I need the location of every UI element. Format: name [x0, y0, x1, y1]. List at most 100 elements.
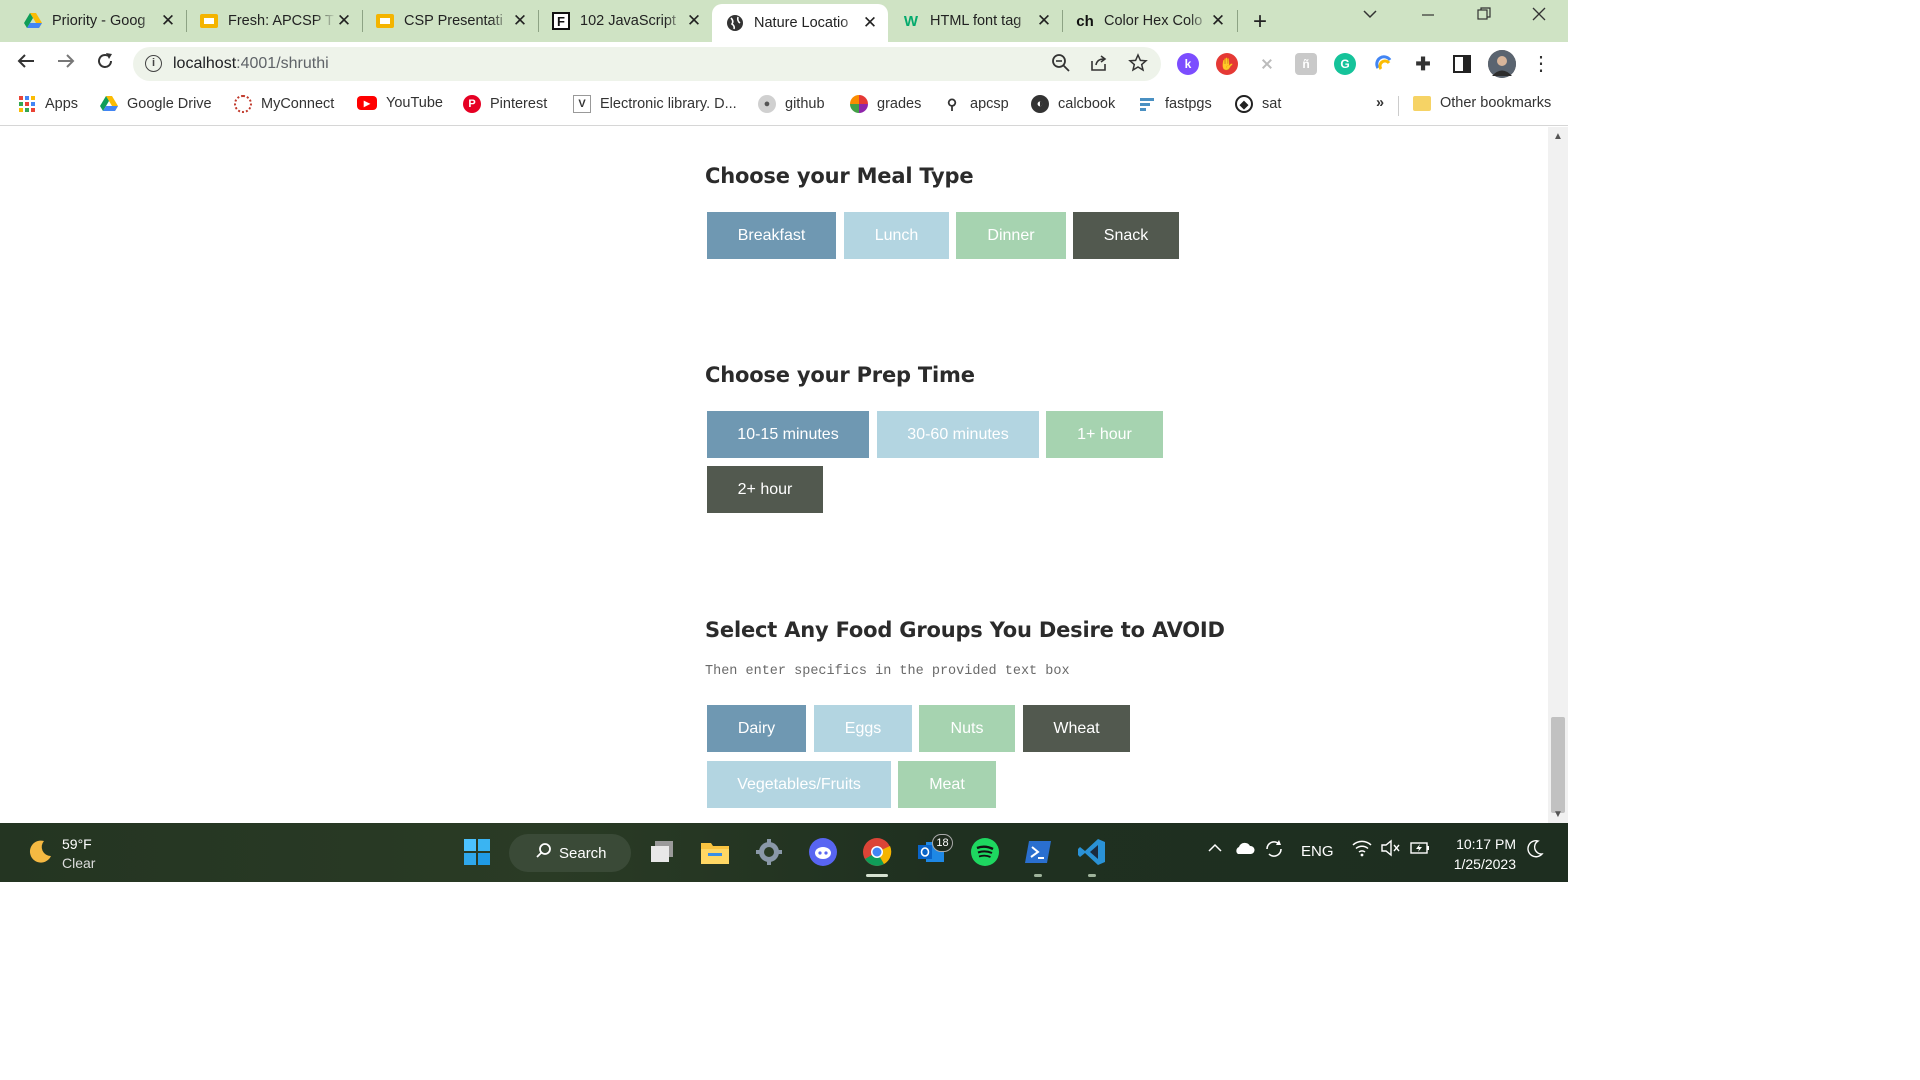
bookmark-label: apcsp [970, 96, 1009, 112]
system-clock[interactable]: 10:17 PM 1/25/2023 [1444, 834, 1516, 874]
bookmark-label: github [785, 96, 825, 112]
close-icon[interactable]: ✕ [160, 11, 176, 31]
kami-extension-icon[interactable]: k [1177, 53, 1199, 75]
grey-extension-icon[interactable]: ñ [1295, 53, 1317, 75]
other-bookmarks-folder[interactable]: Other bookmarks [1413, 95, 1551, 111]
reload-icon[interactable] [93, 51, 117, 77]
rainbow-extension-icon[interactable] [1373, 53, 1395, 75]
bookmark-fastpgs[interactable]: fastpgs [1138, 95, 1212, 113]
avoid-nuts-button[interactable]: Nuts [919, 705, 1015, 752]
globe-icon: ◐ [1031, 95, 1049, 113]
chrome-menu-icon[interactable]: ⋮ [1529, 51, 1553, 76]
taskbar-search[interactable]: Search [509, 834, 631, 872]
tab-nature-location[interactable]: Nature Locatio ✕ [712, 4, 888, 42]
chrome-icon[interactable] [860, 835, 894, 869]
restore-icon[interactable] [1476, 6, 1492, 27]
bookmark-star-icon[interactable] [1128, 53, 1148, 78]
avoid-wheat-button[interactable]: Wheat [1023, 705, 1130, 752]
zoom-icon[interactable] [1051, 53, 1071, 78]
url-text[interactable]: localhost:4001/shruthi [173, 55, 329, 73]
meal-dinner-button[interactable]: Dinner [956, 212, 1066, 259]
tab-html-font-tag[interactable]: W HTML font tag ✕ [888, 0, 1062, 42]
wifi-icon[interactable] [1352, 839, 1372, 861]
back-arrow-icon[interactable] [14, 51, 38, 77]
scroll-down-arrow-icon[interactable]: ▼ [1553, 809, 1563, 820]
prep-10-15-button[interactable]: 10-15 minutes [707, 411, 869, 458]
volume-muted-icon[interactable] [1380, 839, 1400, 861]
extensions-puzzle-icon[interactable]: ✚ [1412, 53, 1434, 75]
file-explorer-icon[interactable] [698, 835, 732, 869]
prep-1-hour-button[interactable]: 1+ hour [1046, 411, 1163, 458]
scrollbar-thumb[interactable] [1551, 717, 1565, 813]
bookmarks-bar: Apps Google Drive MyConnect ▶ YouTube P … [0, 86, 1568, 126]
bookmark-label: YouTube [386, 95, 443, 111]
bookmark-github[interactable]: ● github [758, 95, 825, 113]
f-icon: F [552, 12, 570, 30]
address-bar[interactable]: i localhost:4001/shruthi [133, 47, 1161, 81]
site-info-icon[interactable]: i [145, 55, 162, 72]
bookmark-electronic-library[interactable]: V Electronic library. D... [573, 95, 737, 113]
powershell-icon[interactable] [1021, 835, 1055, 869]
tab-color-hex[interactable]: ch Color Hex Colo ✕ [1062, 0, 1236, 42]
muted-extension-icon[interactable]: ⨯ [1256, 53, 1278, 75]
slides-icon [200, 12, 218, 30]
language-indicator[interactable]: ENG [1301, 843, 1334, 860]
scroll-up-arrow-icon[interactable]: ▲ [1553, 131, 1563, 142]
bookmark-calcbook[interactable]: ◐ calcbook [1031, 95, 1115, 113]
tab-csp-presentation[interactable]: CSP Presentati ✕ [362, 0, 538, 42]
bookmark-myconnect[interactable]: MyConnect [234, 95, 334, 113]
discord-icon[interactable] [806, 835, 840, 869]
profile-avatar[interactable] [1488, 50, 1516, 78]
close-icon[interactable]: ✕ [1036, 11, 1052, 31]
side-panel-icon[interactable] [1451, 53, 1473, 75]
forward-arrow-icon[interactable] [54, 51, 78, 77]
window-close-icon[interactable] [1531, 6, 1547, 27]
bookmark-grades[interactable]: grades [850, 95, 921, 113]
tab-search-chevron-icon[interactable] [1362, 6, 1378, 27]
meal-breakfast-button[interactable]: Breakfast [707, 212, 836, 259]
bookmarks-overflow-button[interactable]: » [1376, 95, 1384, 111]
moon-weather-icon[interactable] [24, 837, 54, 867]
avoid-meat-button[interactable]: Meat [898, 761, 996, 808]
bookmark-apps[interactable]: Apps [18, 95, 78, 113]
show-hidden-icons-chevron-icon[interactable] [1206, 839, 1224, 861]
meal-lunch-button[interactable]: Lunch [844, 212, 949, 259]
battery-charging-icon[interactable] [1409, 839, 1431, 861]
notification-moon-icon[interactable] [1526, 839, 1544, 863]
share-icon[interactable] [1089, 53, 1109, 78]
new-tab-plus-icon[interactable]: + [1253, 8, 1267, 36]
prep-2-hour-button[interactable]: 2+ hour [707, 466, 823, 513]
windows-start-icon[interactable] [460, 835, 494, 869]
tab-102-javascript[interactable]: F 102 JavaScript ✕ [538, 0, 712, 42]
grammarly-extension-icon[interactable]: G [1334, 53, 1356, 75]
tab-title: HTML font tag [930, 13, 1022, 29]
avoid-dairy-button[interactable]: Dairy [707, 705, 806, 752]
minimize-icon[interactable] [1420, 6, 1436, 27]
close-icon[interactable]: ✕ [686, 11, 702, 31]
sync-icon[interactable] [1263, 838, 1285, 864]
vertical-scrollbar[interactable]: ▲ ▼ [1548, 127, 1568, 823]
close-icon[interactable]: ✕ [1210, 11, 1226, 31]
bookmark-google-drive[interactable]: Google Drive [100, 95, 212, 113]
bookmark-apcsp[interactable]: ⚲ apcsp [943, 95, 1009, 113]
vscode-icon[interactable] [1075, 835, 1109, 869]
avoid-vegetables-fruits-button[interactable]: Vegetables/Fruits [707, 761, 891, 808]
spotify-icon[interactable] [968, 835, 1002, 869]
task-view-icon[interactable] [645, 835, 679, 869]
close-icon[interactable]: ✕ [512, 11, 528, 31]
bookmark-pinterest[interactable]: P Pinterest [463, 95, 547, 113]
meal-snack-button[interactable]: Snack [1073, 212, 1179, 259]
weather-widget[interactable]: 59°F Clear [62, 835, 95, 873]
close-icon[interactable]: ✕ [862, 13, 878, 33]
tab-priority[interactable]: Priority - Goog ✕ [10, 0, 186, 42]
bookmark-label: calcbook [1058, 96, 1116, 112]
bookmark-sat[interactable]: ◆ sat [1235, 95, 1281, 113]
prep-30-60-button[interactable]: 30-60 minutes [877, 411, 1039, 458]
adblock-extension-icon[interactable]: ✋ [1216, 53, 1238, 75]
close-icon[interactable]: ✕ [336, 11, 352, 31]
bookmark-youtube[interactable]: ▶ YouTube [357, 95, 443, 111]
settings-gear-icon[interactable] [752, 835, 786, 869]
onedrive-cloud-icon[interactable] [1233, 839, 1255, 861]
tab-fresh-apcsp[interactable]: Fresh: APCSP T ✕ [186, 0, 362, 42]
avoid-eggs-button[interactable]: Eggs [814, 705, 912, 752]
